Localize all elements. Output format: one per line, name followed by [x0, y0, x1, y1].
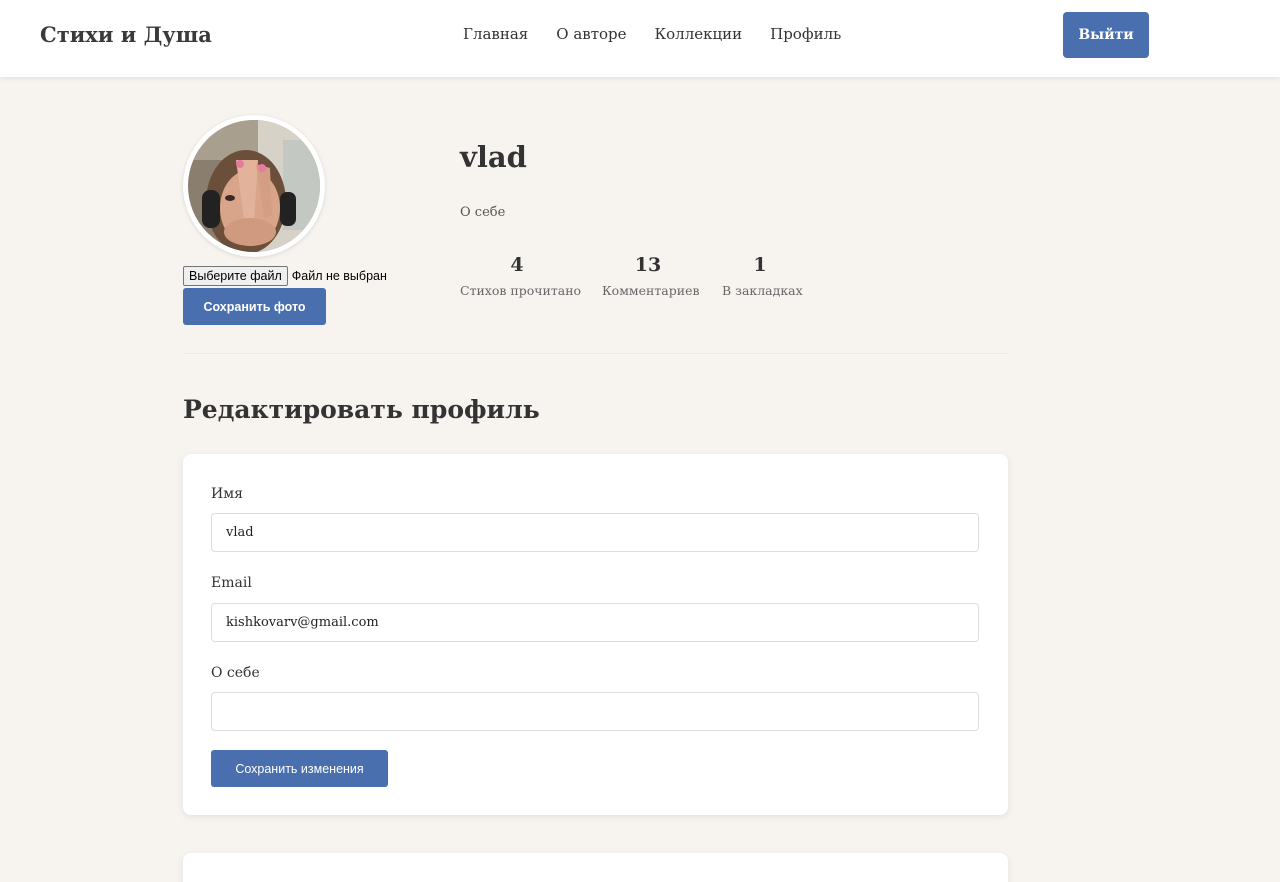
nav-link-collections[interactable]: Коллекции	[655, 25, 743, 43]
choose-file-button[interactable]: Выберите файл	[183, 266, 288, 286]
edit-profile-card: Имя Email О себе Сохранить изменения	[183, 454, 1008, 815]
stat-label: В закладках	[722, 283, 803, 298]
stat-comments: 13 Комментариев	[602, 253, 700, 298]
stat-label: Комментариев	[602, 283, 700, 298]
stat-value: 1	[753, 254, 767, 276]
section-divider	[183, 353, 1008, 354]
file-upload-row: Выберите файл Файл не выбран	[183, 266, 387, 286]
user-photo-icon	[188, 120, 320, 252]
edit-profile-title: Редактировать профиль	[183, 395, 540, 424]
stat-value: 13	[634, 254, 662, 276]
save-changes-button[interactable]: Сохранить изменения	[211, 750, 388, 787]
stat-value: 4	[510, 254, 524, 276]
nav-link-profile[interactable]: Профиль	[770, 25, 841, 43]
stat-label: Стихов прочитано	[460, 283, 582, 298]
name-field[interactable]	[211, 513, 979, 552]
stat-poems-read: 4 Стихов прочитано	[460, 253, 582, 298]
logout-button[interactable]: Выйти	[1063, 12, 1149, 58]
bio-label: О себе	[211, 665, 260, 681]
nav-link-home[interactable]: Главная	[463, 25, 528, 43]
name-label: Имя	[211, 486, 243, 502]
stat-bookmarks: 1 В закладках	[722, 253, 803, 298]
email-label: Email	[211, 575, 252, 591]
top-header: Стихи и Душа Главная О авторе Коллекции …	[0, 0, 1280, 77]
file-status-text: Файл не выбран	[291, 269, 387, 283]
bio-field[interactable]	[211, 692, 979, 731]
site-logo[interactable]: Стихи и Душа	[40, 22, 212, 47]
main-nav: Главная О авторе Коллекции Профиль	[463, 25, 841, 43]
profile-username: vlad	[460, 140, 527, 174]
save-photo-button[interactable]: Сохранить фото	[183, 288, 326, 325]
nav-link-about-author[interactable]: О авторе	[556, 25, 626, 43]
profile-bio: О себе	[460, 205, 506, 220]
secondary-card	[183, 853, 1008, 882]
avatar	[183, 115, 325, 257]
email-field[interactable]	[211, 603, 979, 642]
